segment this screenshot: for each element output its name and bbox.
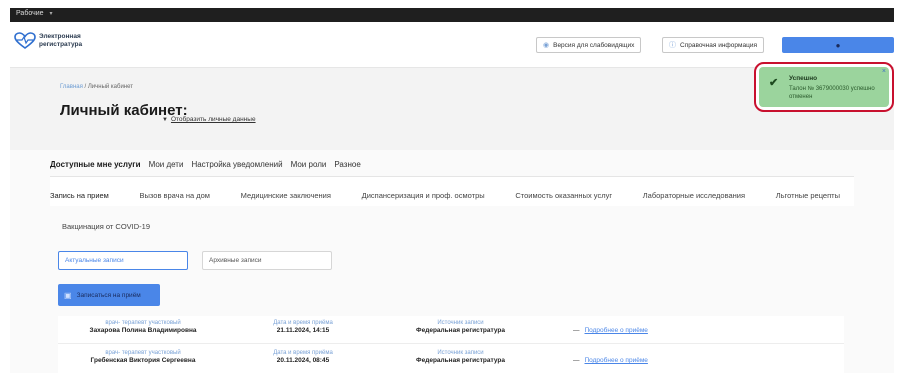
datetime-label: Дата и время приёма — [273, 350, 333, 356]
logo-line-1: Электронная — [39, 33, 81, 40]
appointments-list: врач- терапевт участковый Захарова Полин… — [58, 316, 844, 373]
breadcrumb-current: Личный кабинет — [87, 84, 133, 90]
calendar-icon: ▣ — [64, 290, 72, 300]
datetime-cell: Дата и время приёма 21.11.2024, 14:15 — [258, 320, 348, 334]
tab-appointment[interactable]: Запись на прием — [50, 191, 109, 200]
tab-home-visit[interactable]: Вызов врача на дом — [140, 191, 210, 200]
logo[interactable]: Электронная регистратура — [14, 32, 82, 50]
tab-lab-tests[interactable]: Лабораторные исследования — [643, 191, 745, 200]
details-label: Подробнее о приёме — [584, 327, 648, 334]
toast-body: ✔ Успешно Талон № 3679000030 успешно отм… — [759, 67, 889, 107]
main-content: Доступные мне услуги Мои дети Настройка … — [10, 150, 894, 373]
doctor-label: врач- терапевт участковый — [105, 350, 181, 356]
source-label: Источник записи — [437, 320, 484, 326]
datetime-cell: Дата и время приёма 20.11.2024, 08:45 — [258, 350, 348, 364]
filter-active-records[interactable]: Актуальные записи — [58, 251, 188, 270]
show-personal-data-label: Отобразить личные данные — [170, 116, 256, 123]
tab-my-roles[interactable]: Мои роли — [291, 160, 327, 169]
logo-text: Электронная регистратура — [39, 33, 82, 49]
details-link[interactable]: — Подробнее о приёме — [573, 357, 648, 364]
tab-checkups[interactable]: Диспансеризация и проф. осмотры — [362, 191, 485, 200]
check-icon: ✔ — [769, 77, 779, 89]
tab-medical-reports[interactable]: Медицинские заключения — [241, 191, 331, 200]
filter-archive-records[interactable]: Архивные записи — [202, 251, 332, 270]
tab-my-children[interactable]: Мои дети — [149, 160, 184, 169]
datetime-value: 20.11.2024, 08:45 — [276, 357, 330, 364]
source-value: Федеральная регистратура — [416, 327, 505, 334]
breadcrumb-separator: / — [84, 84, 87, 90]
doctor-cell: врач- терапевт участковый Гребенская Вик… — [78, 350, 208, 364]
source-cell: Источник записи Федеральная регистратура — [403, 320, 518, 334]
breadcrumb-home[interactable]: Главная — [60, 84, 83, 90]
workspace-switcher[interactable]: Рабочие ▾ — [16, 10, 53, 17]
details-link[interactable]: — Подробнее о приёме — [573, 327, 648, 334]
book-appointment-label: Записаться на приём — [76, 291, 141, 299]
dash-icon: — — [573, 327, 580, 334]
doctor-name: Захарова Полина Владимировна — [89, 327, 197, 334]
tab-available-services[interactable]: Доступные мне услуги — [50, 160, 141, 169]
datetime-value: 21.11.2024, 14:15 — [276, 327, 330, 334]
info-button[interactable]: ⓘ Справочная информация — [662, 37, 764, 53]
tab-notification-settings[interactable]: Настройка уведомлений — [191, 160, 282, 169]
dash-icon: — — [573, 357, 580, 364]
visually-impaired-button[interactable]: ◉ Версия для слабовидящих — [536, 37, 642, 53]
doctor-name: Гребенская Виктория Сергеевна — [90, 357, 196, 364]
source-value: Федеральная регистратура — [416, 357, 505, 364]
toast-message: Талон № 3679000030 успешно отменен — [789, 86, 875, 100]
close-icon[interactable]: × — [882, 68, 886, 75]
breadcrumb: Главная / Личный кабинет — [60, 84, 133, 90]
site-header: Электронная регистратура ◉ Версия для сл… — [10, 22, 894, 68]
info-icon: ⓘ — [669, 42, 676, 49]
source-cell: Источник записи Федеральная регистратура — [403, 350, 518, 364]
details-label: Подробнее о приёме — [584, 357, 648, 364]
success-toast: ✔ Успешно Талон № 3679000030 успешно отм… — [754, 62, 894, 112]
primary-tabs: Доступные мне услуги Мои дети Настройка … — [50, 160, 369, 169]
tab-prescriptions[interactable]: Льготные рецепты — [776, 191, 840, 200]
eye-icon: ◉ — [543, 42, 550, 49]
table-row: врач- терапевт участковый Захарова Полин… — [58, 320, 844, 342]
row-divider — [58, 343, 844, 344]
workspace-label: Рабочие — [16, 10, 44, 17]
source-label: Источник записи — [437, 350, 484, 356]
account-button[interactable]: ● — [782, 37, 894, 53]
secondary-tabs: Запись на прием Вызов врача на дом Медиц… — [50, 191, 840, 200]
logo-line-2: регистратура — [39, 41, 83, 48]
chevron-down-icon: ▼ — [162, 117, 168, 123]
user-icon: ● — [835, 40, 841, 50]
datetime-label: Дата и время приёма — [273, 320, 333, 326]
show-personal-data-link[interactable]: ▼ Отобразить личные данные — [162, 116, 256, 123]
doctor-label: врач- терапевт участковый — [105, 320, 181, 326]
doctor-cell: врач- терапевт участковый Захарова Полин… — [78, 320, 208, 334]
visually-impaired-label: Версия для слабовидящих — [553, 41, 635, 49]
tab-covid-vaccination[interactable]: Вакцинация от COVID-19 — [62, 222, 150, 231]
table-row: врач- терапевт участковый Гребенская Вик… — [58, 350, 844, 372]
heart-logo-icon — [14, 32, 36, 49]
book-appointment-button[interactable]: ▣ Записаться на приём — [58, 284, 160, 306]
secondary-tabs-bar: Запись на прием Вызов врача на дом Медиц… — [50, 176, 854, 206]
tab-service-cost[interactable]: Стоимость оказанных услуг — [515, 191, 612, 200]
info-label: Справочная информация — [680, 41, 757, 49]
chevron-down-icon: ▾ — [49, 11, 53, 17]
tab-misc[interactable]: Разное — [334, 160, 360, 169]
toast-title: Успешно — [789, 75, 818, 82]
os-top-bar: Рабочие ▾ — [10, 8, 894, 22]
